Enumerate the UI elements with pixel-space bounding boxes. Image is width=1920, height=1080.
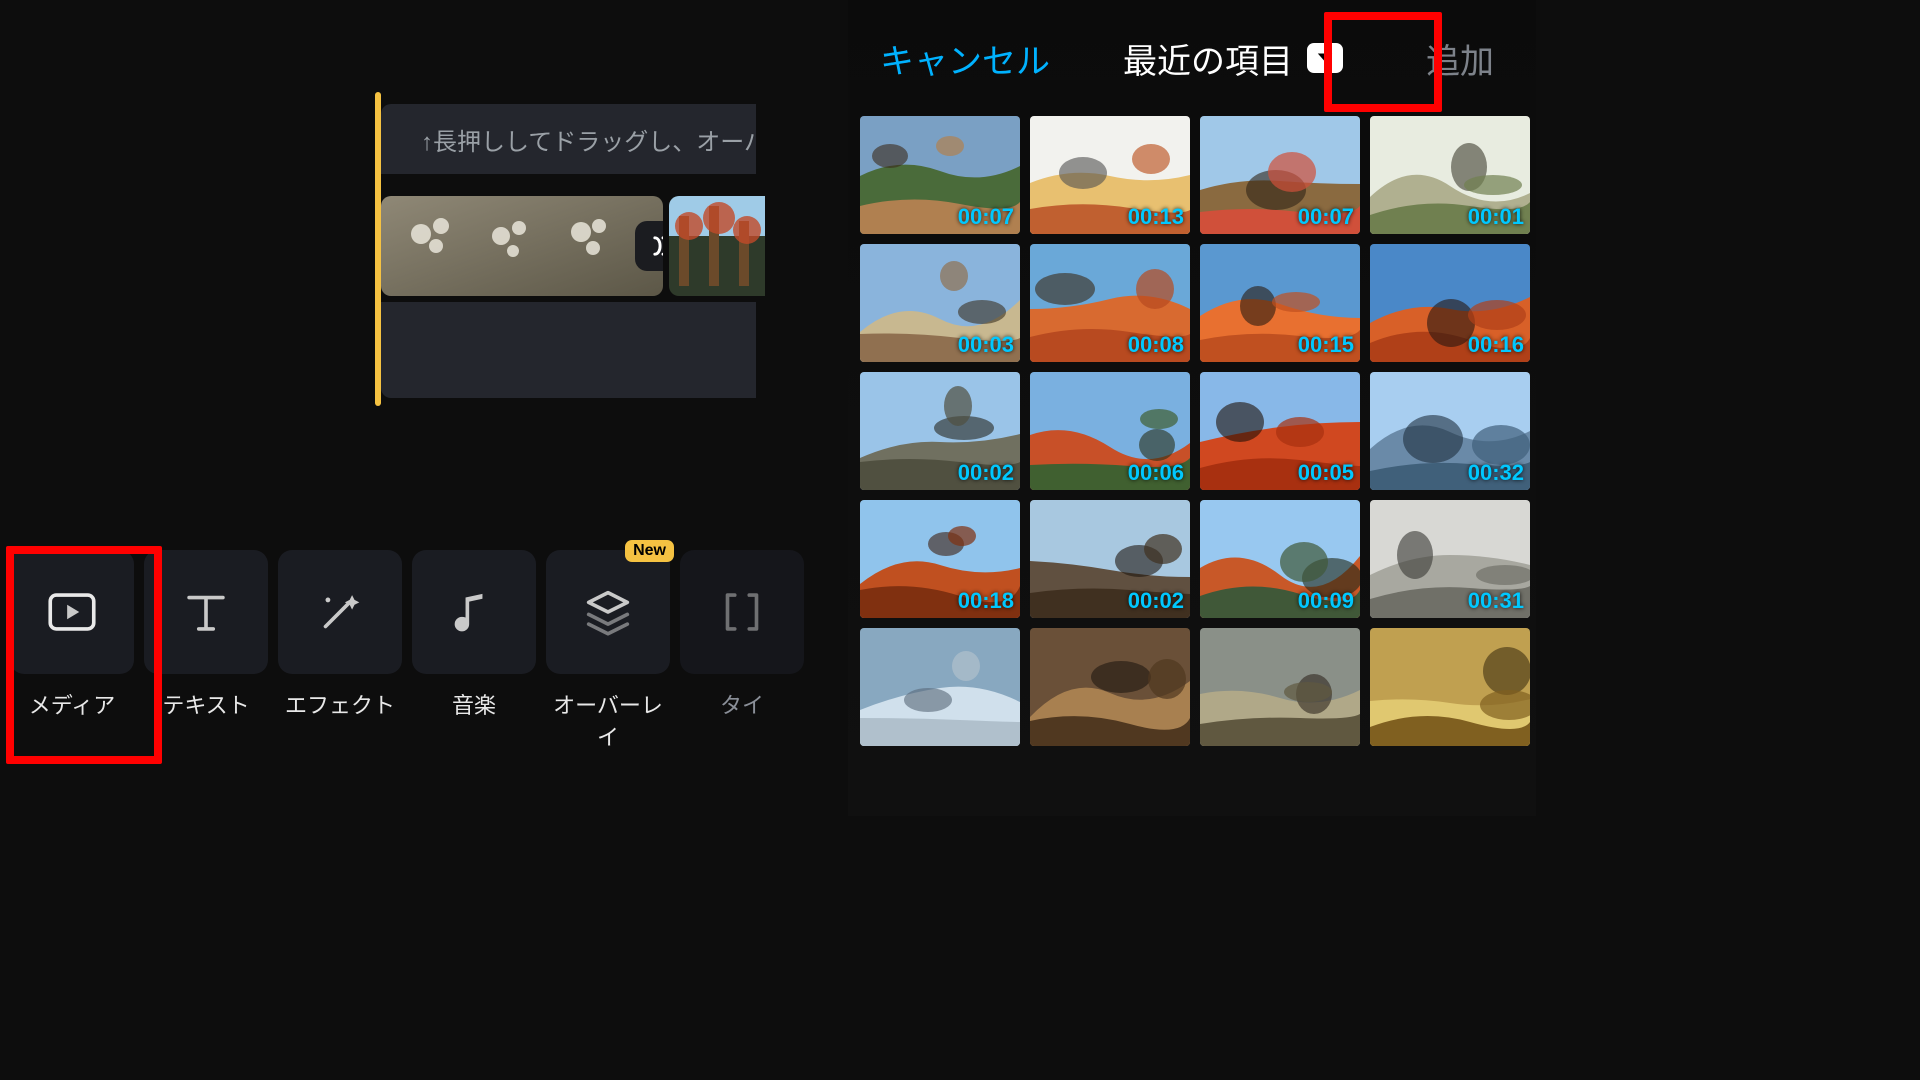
clip-duration: 00:02 (958, 460, 1014, 486)
media-picker: キャンセル 最近の項目 追加 00:07 00:13 00:07 (848, 0, 1536, 816)
media-thumb (1030, 628, 1190, 746)
tool-label: エフェクト (285, 688, 395, 720)
clip-duration: 00:03 (958, 332, 1014, 358)
media-cell[interactable]: 00:32 (1370, 372, 1530, 490)
media-cell[interactable]: 00:02 (1030, 500, 1190, 618)
media-cell[interactable] (860, 628, 1020, 746)
clip-duration: 00:02 (1128, 588, 1184, 614)
video-track[interactable] (381, 196, 756, 296)
media-cell[interactable]: 00:18 (860, 500, 1020, 618)
media-cell[interactable]: 00:07 (860, 116, 1020, 234)
media-cell[interactable] (1200, 628, 1360, 746)
clip-thumb (381, 196, 663, 296)
media-cell[interactable]: 00:07 (1200, 116, 1360, 234)
media-cell[interactable]: 00:16 (1370, 244, 1530, 362)
media-icon (43, 583, 101, 641)
music-icon (445, 583, 503, 641)
picker-title: 最近の項目 (1123, 34, 1293, 83)
bracket-icon (713, 583, 771, 641)
tool-label: テキスト (162, 688, 249, 720)
media-cell[interactable]: 00:06 (1030, 372, 1190, 490)
tool-label: 音楽 (452, 688, 496, 720)
tool-music[interactable]: 音楽 (412, 550, 536, 752)
clip-duration: 00:09 (1298, 588, 1354, 614)
tool-button[interactable] (412, 550, 536, 674)
transition-icon (649, 232, 663, 260)
clip-duration: 00:07 (1298, 204, 1354, 230)
cancel-button[interactable]: キャンセル (880, 34, 1050, 83)
album-selector[interactable]: 最近の項目 (1123, 34, 1343, 83)
tool-title[interactable]: タイ (680, 550, 804, 752)
clip-duration: 00:05 (1298, 460, 1354, 486)
clip-duration: 00:01 (1468, 204, 1524, 230)
clip-duration: 00:16 (1468, 332, 1524, 358)
clip-duration: 00:08 (1128, 332, 1184, 358)
media-thumb (1200, 628, 1360, 746)
media-thumb (1370, 628, 1530, 746)
tool-label: タイ (720, 688, 764, 720)
tool-button[interactable] (144, 550, 268, 674)
tool-media[interactable]: メディア (10, 550, 134, 752)
media-cell[interactable]: 00:02 (860, 372, 1020, 490)
tool-button[interactable] (278, 550, 402, 674)
empty-track[interactable] (381, 302, 756, 398)
media-cell[interactable]: 00:09 (1200, 500, 1360, 618)
text-icon (177, 583, 235, 641)
clip-duration: 00:07 (958, 204, 1014, 230)
overlay-track-hint: ↑長押ししてドラッグし、オーバー (381, 104, 756, 174)
picker-header: キャンセル 最近の項目 追加 (848, 0, 1536, 116)
clip-thumb (669, 196, 765, 296)
new-badge: New (625, 540, 674, 562)
media-cell[interactable] (1370, 628, 1530, 746)
clip-duration: 00:06 (1128, 460, 1184, 486)
editor-pane: ↑長押ししてドラッグし、オーバー (0, 0, 756, 816)
clip-duration: 00:15 (1298, 332, 1354, 358)
add-button[interactable]: 追加 (1416, 26, 1504, 91)
clip-duration: 00:13 (1128, 204, 1184, 230)
media-thumb (860, 628, 1020, 746)
clip-duration: 00:31 (1468, 588, 1524, 614)
hint-text: ↑長押ししてドラッグし、オーバー (421, 122, 756, 157)
media-cell[interactable] (1030, 628, 1190, 746)
tool-effect[interactable]: エフェクト (278, 550, 402, 752)
wand-icon (311, 583, 369, 641)
tool-button[interactable] (546, 550, 670, 674)
transition-button[interactable] (635, 221, 663, 271)
layers-icon (579, 583, 637, 641)
tool-strip: メディア テキスト エフェクト 音楽 New (10, 550, 804, 752)
media-cell[interactable]: 00:15 (1200, 244, 1360, 362)
media-grid[interactable]: 00:07 00:13 00:07 00:01 00:03 00:08 00 (860, 116, 1524, 826)
clip-duration: 00:32 (1468, 460, 1524, 486)
tool-button[interactable] (680, 550, 804, 674)
clip-2[interactable] (669, 196, 765, 296)
media-cell[interactable]: 00:13 (1030, 116, 1190, 234)
tool-button[interactable] (10, 550, 134, 674)
clip-duration: 00:18 (958, 588, 1014, 614)
media-cell[interactable]: 00:05 (1200, 372, 1360, 490)
media-cell[interactable]: 00:08 (1030, 244, 1190, 362)
media-cell[interactable]: 00:01 (1370, 116, 1530, 234)
media-cell[interactable]: 00:31 (1370, 500, 1530, 618)
chevron-down-icon (1307, 43, 1343, 73)
tool-label: メディア (29, 688, 115, 720)
tool-text[interactable]: テキスト (144, 550, 268, 752)
tool-overlay[interactable]: New オーバーレイ (546, 550, 670, 752)
media-cell[interactable]: 00:03 (860, 244, 1020, 362)
tool-label: オーバーレイ (546, 688, 670, 752)
clip-1[interactable] (381, 196, 663, 296)
